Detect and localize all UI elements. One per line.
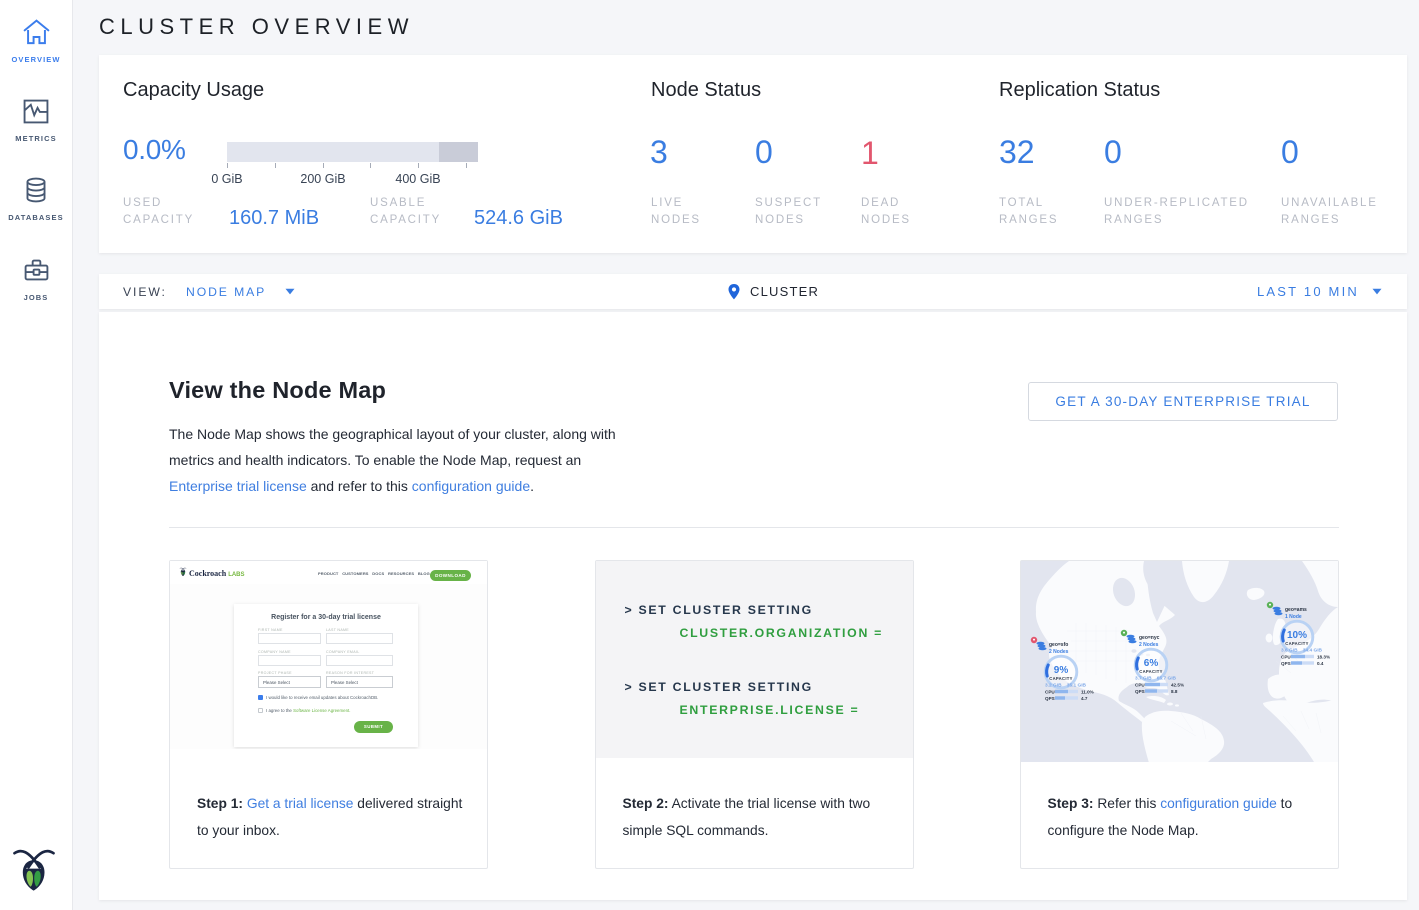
svg-text:0.4: 0.4 [1317,661,1324,666]
svg-text:9%: 9% [1053,665,1068,676]
svg-text:CAPACITY: CAPACITY [1049,676,1073,681]
svg-text:42.5%: 42.5% [1171,683,1184,688]
svg-text:1 Node: 1 Node [1285,614,1302,620]
svg-text:6%: 6% [1143,658,1158,669]
svg-text:QPS: QPS [1281,661,1291,666]
svg-text:3.6 GiB: 3.6 GiB [1281,648,1298,654]
svg-text:CAPACITY: CAPACITY [1285,641,1309,646]
svg-text:geo=sfo: geo=sfo [1049,642,1068,648]
svg-text:geo=ams: geo=ams [1285,607,1307,613]
svg-text:35.1 GiB: 35.1 GiB [1066,683,1086,689]
svg-text:CPU: CPU [1281,655,1291,660]
svg-text:3.7 GiB: 3.7 GiB [1135,676,1152,682]
svg-text:65.7 GiB: 65.7 GiB [1156,676,1176,682]
svg-text:18.3%: 18.3% [1317,655,1330,660]
svg-text:QPS: QPS [1135,689,1145,694]
svg-text:2 Nodes: 2 Nodes [1049,649,1069,655]
svg-text:CPU: CPU [1135,683,1145,688]
svg-text:CPU: CPU [1045,690,1055,695]
svg-text:2 Nodes: 2 Nodes [1139,642,1159,648]
svg-text:10%: 10% [1286,630,1306,641]
svg-text:CAPACITY: CAPACITY [1139,669,1163,674]
svg-text:geo=nyc: geo=nyc [1139,635,1160,641]
svg-text:11.0%: 11.0% [1081,690,1094,695]
svg-text:QPS: QPS [1045,696,1055,701]
svg-text:4.7: 4.7 [1081,696,1088,701]
svg-text:34.4 GiB: 34.4 GiB [1302,648,1322,654]
svg-text:3.2 GiB: 3.2 GiB [1045,683,1062,689]
svg-text:8.8: 8.8 [1171,689,1178,694]
